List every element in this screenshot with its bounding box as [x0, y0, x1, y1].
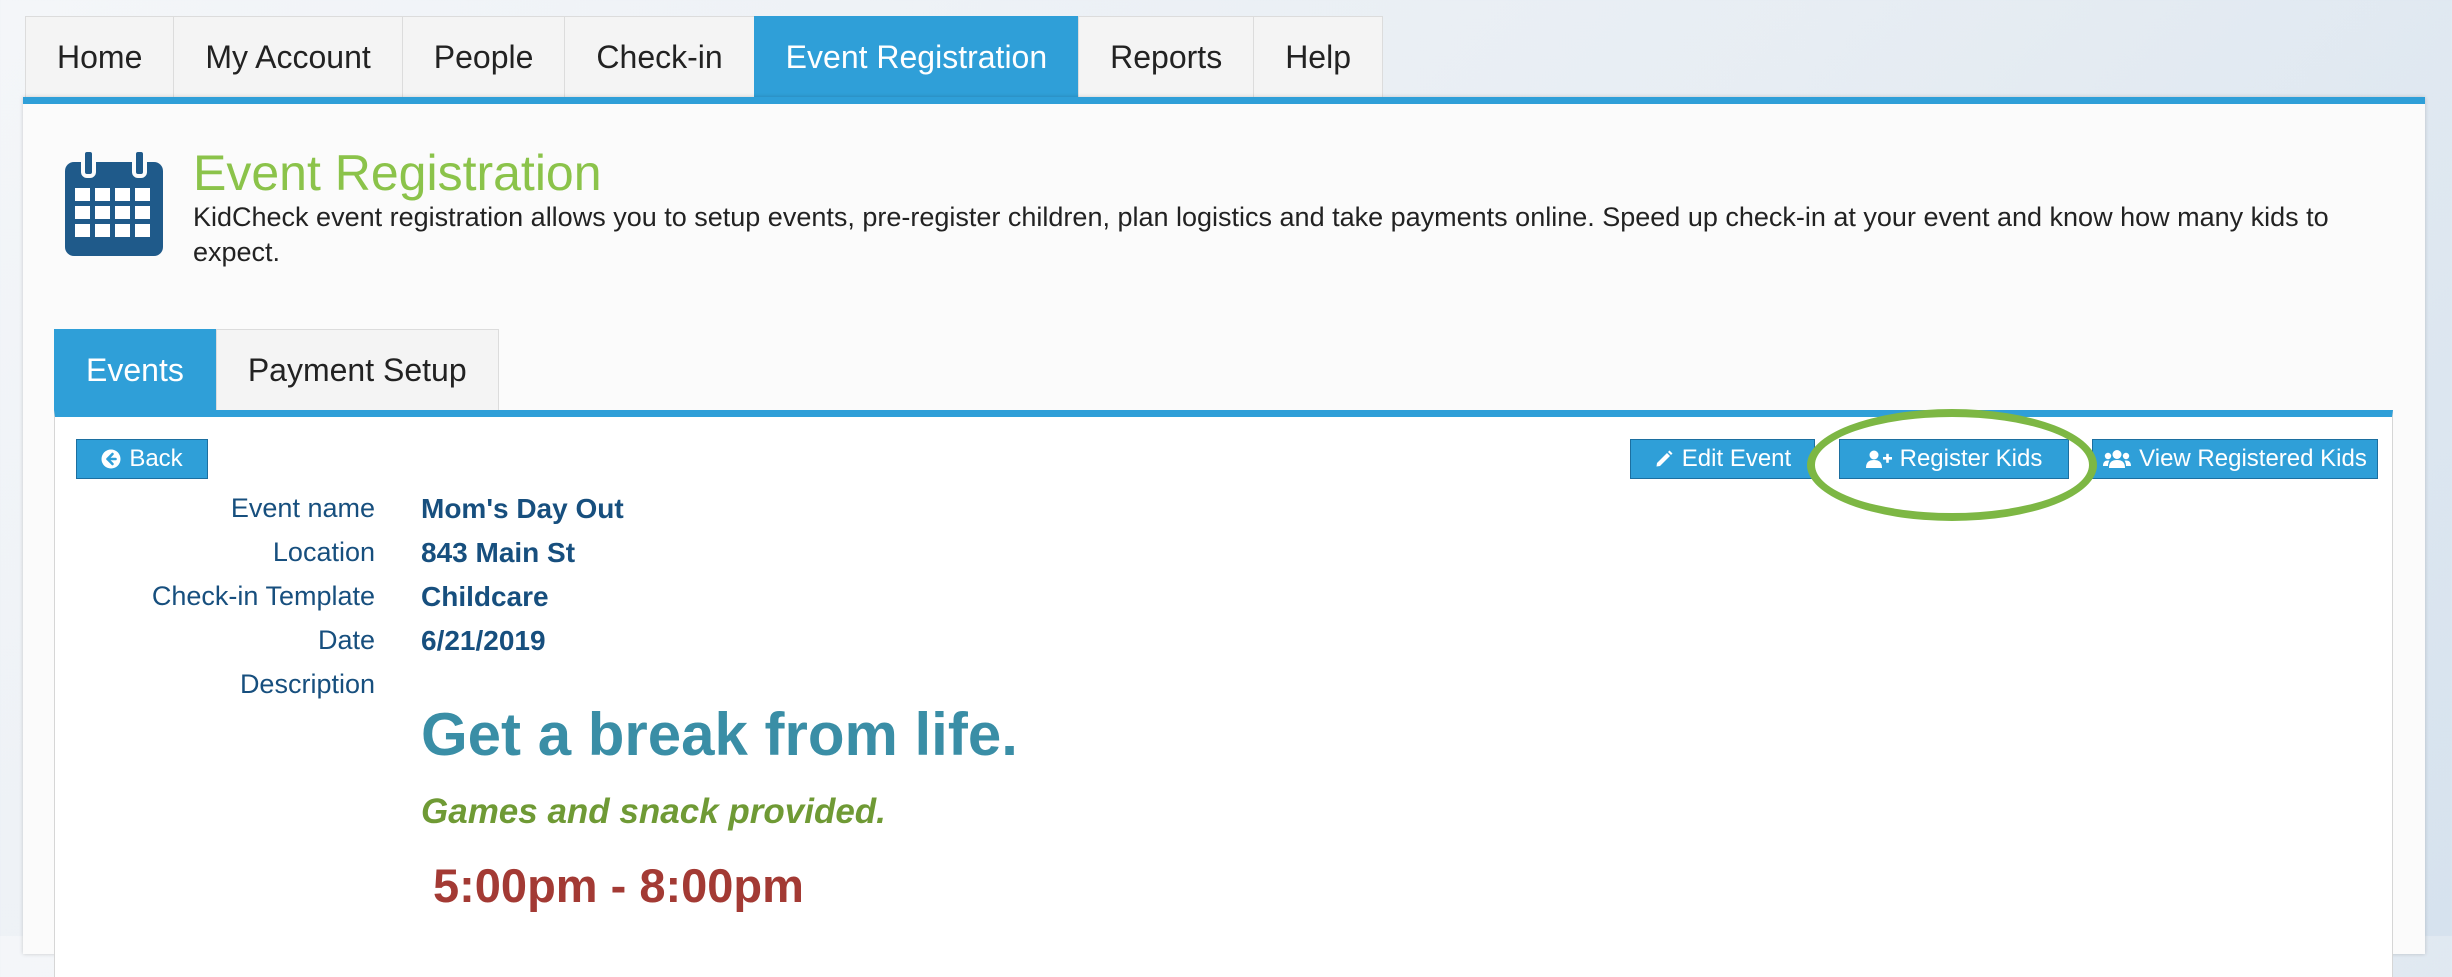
nav-tab-home[interactable]: Home — [25, 16, 174, 98]
description-headline: Get a break from life. — [421, 701, 1018, 768]
main-content: Event Registration KidCheck event regist… — [23, 97, 2425, 977]
register-kids-button[interactable]: Register Kids — [1839, 439, 2069, 479]
nav-tab-help[interactable]: Help — [1253, 16, 1383, 98]
tab-payment-setup[interactable]: Payment Setup — [215, 329, 499, 411]
check-in-template-value: Childcare — [421, 581, 549, 612]
event-details-panel: Back Edit Event Register Kids View Regis… — [54, 409, 2393, 977]
edit-event-button[interactable]: Edit Event — [1630, 439, 1815, 479]
pencil-icon — [1656, 450, 1673, 467]
description-time: 5:00pm - 8:00pm — [433, 859, 804, 912]
date-value: 6/21/2019 — [421, 625, 546, 656]
date-label: Date — [317, 625, 375, 655]
description-subhead: Games and snack provided. — [421, 792, 886, 831]
nav-tab-my-account[interactable]: My Account — [173, 16, 402, 98]
users-icon — [2103, 450, 2132, 468]
location-value: 843 Main St — [421, 537, 576, 568]
main-nav: Home My Account People Check-in Event Re… — [25, 16, 1383, 98]
nav-tab-event-registration[interactable]: Event Registration — [753, 16, 1079, 98]
nav-tab-people[interactable]: People — [401, 16, 565, 98]
back-button[interactable]: Back — [76, 439, 208, 479]
calendar-icon — [65, 148, 163, 256]
view-registered-kids-button[interactable]: View Registered Kids — [2092, 439, 2378, 479]
register-kids-label: Register Kids — [1899, 445, 2043, 472]
nav-tab-check-in[interactable]: Check-in — [564, 16, 754, 98]
event-name-value: Mom's Day Out — [421, 493, 624, 524]
page-description: KidCheck event registration allows you t… — [193, 202, 2329, 267]
tab-events[interactable]: Events — [54, 329, 216, 411]
nav-tab-reports[interactable]: Reports — [1078, 16, 1254, 98]
location-label: Location — [272, 537, 375, 567]
user-plus-icon — [1865, 450, 1892, 468]
sub-tabs: Events Payment Setup — [54, 329, 499, 411]
back-button-label: Back — [129, 445, 183, 472]
page-title: Event Registration — [193, 145, 602, 201]
view-registered-kids-label: View Registered Kids — [2139, 445, 2367, 472]
check-in-template-label: Check-in Template — [151, 581, 375, 611]
arrow-circle-left-icon — [101, 449, 121, 469]
event-name-label: Event name — [230, 493, 375, 523]
description-label: Description — [239, 669, 375, 699]
edit-event-label: Edit Event — [1681, 445, 1792, 472]
